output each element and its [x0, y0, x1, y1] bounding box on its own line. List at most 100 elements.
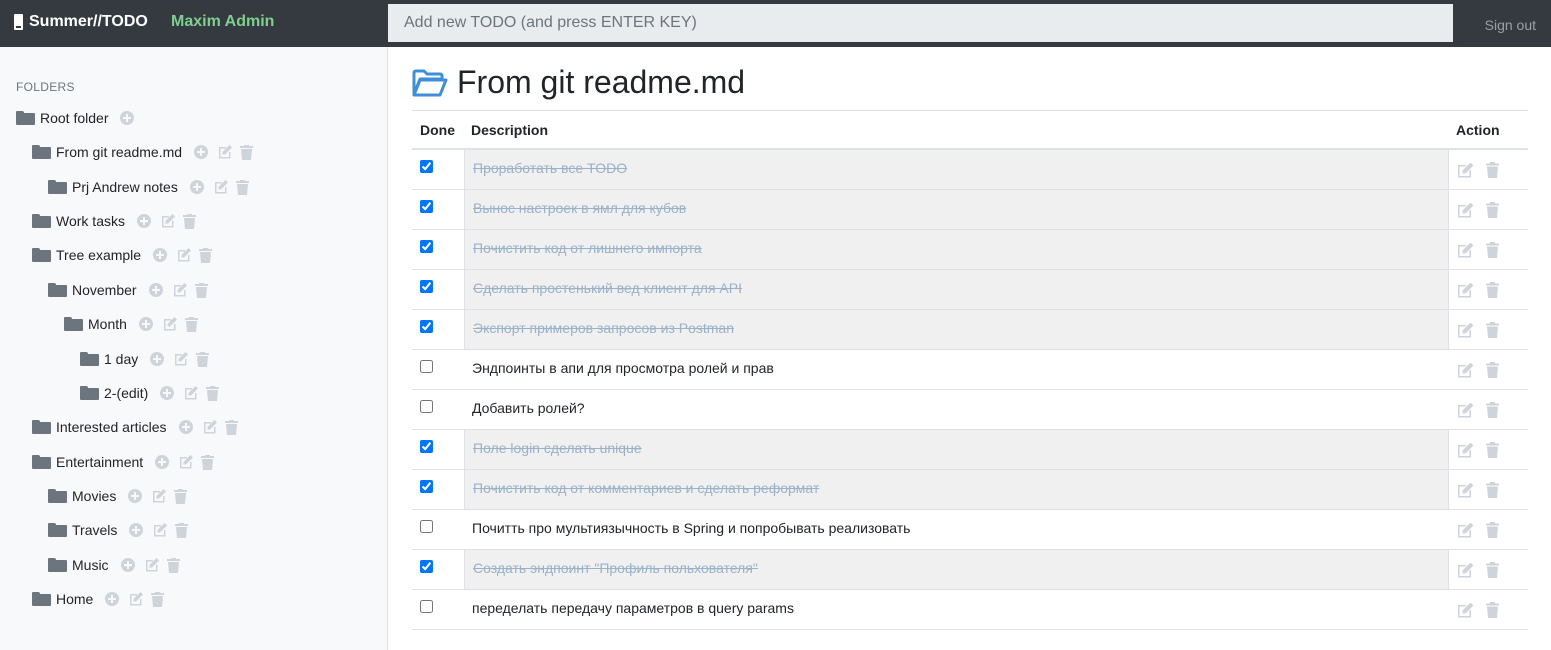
trash-icon[interactable]	[175, 522, 189, 538]
folder-label[interactable]: Home	[56, 591, 93, 607]
folder-item[interactable]: Music	[48, 554, 180, 576]
edit-icon[interactable]	[160, 213, 176, 229]
trash-icon[interactable]	[1486, 402, 1499, 418]
folder-label[interactable]: Music	[72, 557, 109, 573]
todo-description[interactable]: Проработать все TODO	[464, 150, 1449, 189]
folder-item[interactable]: Movies	[48, 485, 188, 507]
folder-item[interactable]: Home	[32, 588, 165, 610]
edit-icon[interactable]	[1457, 322, 1474, 338]
folder-label[interactable]: Movies	[72, 488, 116, 504]
folder-item[interactable]: Entertainment	[32, 451, 215, 473]
todo-description[interactable]: Поле login сделать unique	[464, 430, 1449, 469]
folder-item[interactable]: 1 day	[80, 348, 210, 370]
trash-icon[interactable]	[184, 316, 198, 332]
edit-icon[interactable]	[1457, 202, 1474, 218]
edit-icon[interactable]	[144, 557, 160, 573]
edit-icon[interactable]	[176, 247, 192, 263]
todo-description[interactable]: Почистить код от лишнего импорта	[464, 230, 1449, 269]
folder-label[interactable]: Prj Andrew notes	[72, 179, 178, 195]
trash-icon[interactable]	[194, 282, 208, 298]
plus-circle-icon[interactable]	[128, 489, 143, 503]
folder-label[interactable]: Month	[88, 316, 127, 332]
folder-item[interactable]: 2-(edit)	[80, 382, 220, 404]
todo-description[interactable]: Создать эндпоинт "Профиль польхователя"	[464, 550, 1449, 589]
folder-label[interactable]: From git readme.md	[56, 144, 182, 160]
edit-icon[interactable]	[1457, 602, 1474, 618]
edit-icon[interactable]	[202, 419, 218, 435]
plus-circle-icon[interactable]	[189, 180, 204, 194]
edit-icon[interactable]	[1457, 282, 1474, 298]
folder-item[interactable]: Work tasks	[32, 210, 196, 232]
folder-item[interactable]: Travels	[48, 519, 189, 541]
todo-description[interactable]: переделать передачу параметров в query p…	[464, 590, 1449, 629]
done-checkbox[interactable]	[420, 240, 433, 253]
trash-icon[interactable]	[206, 385, 220, 401]
folder-label[interactable]: Entertainment	[56, 454, 143, 470]
plus-circle-icon[interactable]	[138, 317, 153, 331]
edit-icon[interactable]	[1457, 482, 1474, 498]
plus-circle-icon[interactable]	[178, 420, 193, 434]
trash-icon[interactable]	[151, 591, 165, 607]
edit-icon[interactable]	[178, 454, 194, 470]
folder-item[interactable]: November	[48, 279, 208, 301]
folder-item[interactable]: From git readme.md	[32, 141, 254, 163]
edit-icon[interactable]	[1457, 562, 1474, 578]
trash-icon[interactable]	[224, 419, 238, 435]
todo-description[interactable]: Сделать простенький вед клиент для API	[464, 270, 1449, 309]
trash-icon[interactable]	[1486, 602, 1499, 618]
edit-icon[interactable]	[1457, 442, 1474, 458]
edit-icon[interactable]	[1457, 362, 1474, 378]
edit-icon[interactable]	[173, 351, 189, 367]
trash-icon[interactable]	[1486, 202, 1499, 218]
todo-description[interactable]: Добавить ролей?	[464, 390, 1449, 429]
trash-icon[interactable]	[1486, 482, 1499, 498]
trash-icon[interactable]	[1486, 282, 1499, 298]
done-checkbox[interactable]	[420, 480, 433, 493]
plus-circle-icon[interactable]	[129, 523, 144, 537]
edit-icon[interactable]	[172, 282, 188, 298]
folder-label[interactable]: Travels	[72, 522, 117, 538]
plus-circle-icon[interactable]	[148, 283, 163, 297]
new-todo-input[interactable]	[388, 4, 1453, 42]
sign-out-link[interactable]: Sign out	[1485, 17, 1536, 33]
edit-icon[interactable]	[162, 316, 178, 332]
plus-circle-icon[interactable]	[153, 248, 168, 262]
done-checkbox[interactable]	[420, 600, 433, 613]
plus-circle-icon[interactable]	[105, 592, 120, 606]
todo-description[interactable]: Вынос настроек в ямл для кубов	[464, 190, 1449, 229]
todo-description[interactable]: Эндпоинты в апи для просмотра ролей и пр…	[464, 350, 1449, 389]
trash-icon[interactable]	[166, 557, 180, 573]
trash-icon[interactable]	[1486, 242, 1499, 258]
trash-icon[interactable]	[1486, 442, 1499, 458]
folder-item[interactable]: Tree example	[32, 244, 213, 266]
trash-icon[interactable]	[182, 213, 196, 229]
done-checkbox[interactable]	[420, 280, 433, 293]
todo-description[interactable]: Экспорт примеров запросов из Postman	[464, 310, 1449, 349]
trash-icon[interactable]	[201, 454, 215, 470]
done-checkbox[interactable]	[420, 200, 433, 213]
done-checkbox[interactable]	[420, 160, 433, 173]
folder-label[interactable]: Interested articles	[56, 419, 167, 435]
plus-circle-icon[interactable]	[120, 111, 135, 125]
done-checkbox[interactable]	[420, 360, 433, 373]
edit-icon[interactable]	[213, 179, 229, 195]
trash-icon[interactable]	[1486, 522, 1499, 538]
trash-icon[interactable]	[199, 247, 213, 263]
plus-circle-icon[interactable]	[155, 455, 170, 469]
done-checkbox[interactable]	[420, 560, 433, 573]
folder-item[interactable]: Root folder	[16, 107, 143, 129]
edit-icon[interactable]	[183, 385, 199, 401]
edit-icon[interactable]	[1457, 402, 1474, 418]
trash-icon[interactable]	[1486, 562, 1499, 578]
folder-label[interactable]: 1 day	[104, 351, 138, 367]
plus-circle-icon[interactable]	[136, 214, 151, 228]
plus-circle-icon[interactable]	[150, 352, 165, 366]
trash-icon[interactable]	[1486, 362, 1499, 378]
trash-icon[interactable]	[1486, 162, 1499, 178]
done-checkbox[interactable]	[420, 320, 433, 333]
done-checkbox[interactable]	[420, 520, 433, 533]
edit-icon[interactable]	[1457, 242, 1474, 258]
folder-label[interactable]: Tree example	[56, 247, 141, 263]
folder-item[interactable]: Month	[64, 313, 198, 335]
plus-circle-icon[interactable]	[120, 558, 135, 572]
